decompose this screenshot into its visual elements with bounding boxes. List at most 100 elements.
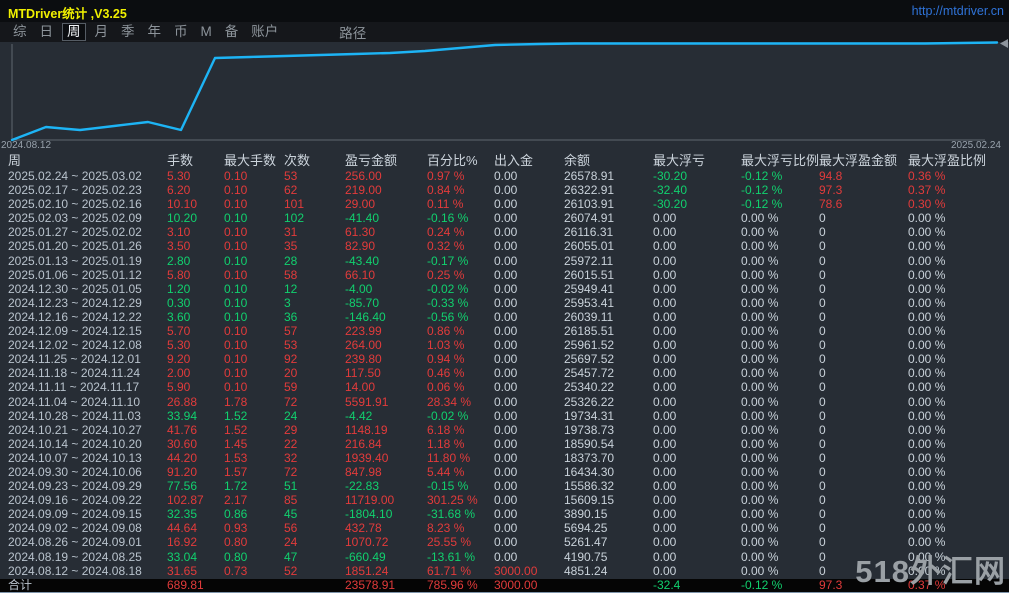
- cell-profit: 847.98: [345, 464, 382, 479]
- cell-deposit: 0.00: [494, 549, 518, 564]
- cell-mfl_pct: 0.00 %: [741, 352, 779, 367]
- table-row[interactable]: 2025.02.10 ~ 2025.02.16 10.10 0.10 101 29.00…: [0, 197, 1009, 211]
- cell-deposit: 0.00: [494, 169, 518, 183]
- menu-item-综[interactable]: 综: [9, 24, 31, 40]
- cell-mfl_pct: 0.00 %: [741, 295, 779, 310]
- menu-item-季[interactable]: 季: [117, 24, 139, 40]
- cell-max_lots: 0.73: [224, 563, 248, 578]
- cell-deposit: 0.00: [494, 324, 518, 339]
- cell-percent: 8.23 %: [427, 521, 465, 536]
- menu-item-M[interactable]: M: [197, 24, 216, 40]
- table-row[interactable]: 2025.01.20 ~ 2025.01.26 3.50 0.10 35 82.90 0.…: [0, 239, 1009, 253]
- cell-balance: 25697.52: [564, 352, 615, 367]
- cell-profit: 264.00: [345, 338, 382, 353]
- cell-deposit: 0.00: [494, 436, 518, 451]
- cell-max_lots: 1.45: [224, 436, 248, 451]
- cell-max_lots: 1.52: [224, 422, 248, 437]
- cell-mfp_pct: 0.00 %: [908, 309, 946, 324]
- table-row[interactable]: 2025.02.24 ~ 2025.03.02 5.30 0.10 53 256.00 0…: [0, 169, 1009, 183]
- menu-item-年[interactable]: 年: [144, 24, 166, 40]
- cell-profit: -660.49: [345, 549, 386, 564]
- cell-mfl: 0.00: [653, 253, 677, 268]
- table-row[interactable]: 2024.09.30 ~ 2024.10.06 91.20 1.57 72 847.98…: [0, 465, 1009, 479]
- cell-deposit: 0.00: [494, 422, 518, 437]
- menu-item-月[interactable]: 月: [91, 24, 113, 40]
- table-row[interactable]: 2024.12.09 ~ 2024.12.15 5.70 0.10 57 223.99 0…: [0, 324, 1009, 338]
- table-row[interactable]: 2024.12.30 ~ 2025.01.05 1.20 0.10 12 -4.00 -0…: [0, 282, 1009, 296]
- table-row[interactable]: 2024.10.14 ~ 2024.10.20 30.60 1.45 22 216.84…: [0, 437, 1009, 451]
- cell-mfp: 0: [819, 253, 826, 268]
- table-row[interactable]: 2025.01.13 ~ 2025.01.19 2.80 0.10 28 -43.40 -…: [0, 254, 1009, 268]
- cell-mfp: 0: [819, 309, 826, 324]
- table-row[interactable]: 2024.12.02 ~ 2024.12.08 5.30 0.10 53 264.00 1…: [0, 338, 1009, 352]
- cell-mfp_pct: 0.00 %: [908, 253, 946, 268]
- cell-mfl_pct: 0.00 %: [741, 479, 779, 494]
- table-row[interactable]: 2025.02.17 ~ 2025.02.23 6.20 0.10 62 219.00 0…: [0, 183, 1009, 197]
- table-row[interactable]: 2024.12.16 ~ 2024.12.22 3.60 0.10 36 -146.40…: [0, 310, 1009, 324]
- cell-trades: 53: [284, 169, 298, 183]
- table-row[interactable]: 2025.02.03 ~ 2025.02.09 10.20 0.10 102 -41.4…: [0, 211, 1009, 225]
- cell-max_lots: 0.80: [224, 535, 248, 550]
- cell-profit: 223.99: [345, 324, 382, 339]
- cell-profit: 256.00: [345, 169, 382, 183]
- cell-deposit: 0.00: [494, 295, 518, 310]
- cell-trades: 92: [284, 352, 298, 367]
- table-row[interactable]: 2024.11.04 ~ 2024.11.10 26.88 1.78 72 5591.9…: [0, 395, 1009, 409]
- cell-lots: 689.81: [167, 578, 204, 592]
- cell-max_lots: 0.10: [224, 239, 248, 254]
- cell-deposit: 0.00: [494, 507, 518, 522]
- cell-mfl: 0.00: [653, 408, 677, 423]
- cell-percent: -0.16 %: [427, 211, 469, 226]
- table-row[interactable]: 2025.01.06 ~ 2025.01.12 5.80 0.10 58 66.10 0.…: [0, 268, 1009, 282]
- cell-profit: -22.83: [345, 479, 380, 494]
- cell-mfp_pct: 0.00 %: [908, 507, 946, 522]
- cell-trades: 3: [284, 295, 291, 310]
- equity-curve: [10, 41, 999, 142]
- cell-percent: 0.25 %: [427, 267, 465, 282]
- menu-item-账户[interactable]: 账户: [247, 24, 282, 40]
- cell-deposit: 3000.00: [494, 563, 538, 578]
- cell-mfp_pct: 0.00 %: [908, 352, 946, 367]
- table-row[interactable]: 2024.09.09 ~ 2024.09.15 32.35 0.86 45 -1804.…: [0, 507, 1009, 521]
- column-header: 出入金: [494, 153, 534, 168]
- cell-balance: 15609.15: [564, 493, 615, 508]
- table-row[interactable]: 2024.12.23 ~ 2024.12.29 0.30 0.10 3 -85.70 -0…: [0, 296, 1009, 310]
- cell-percent: 0.06 %: [427, 380, 465, 395]
- cell-trades: 72: [284, 464, 298, 479]
- cell-max_lots: 1.78: [224, 394, 248, 409]
- table-row[interactable]: 2024.11.18 ~ 2024.11.24 2.00 0.10 20 117.50 0…: [0, 366, 1009, 380]
- table-row[interactable]: 2024.11.11 ~ 2024.11.17 5.90 0.10 59 14.00 0.…: [0, 380, 1009, 394]
- cell-mfl: 0.00: [653, 493, 677, 508]
- x-axis-start-label: 2024.08.12: [1, 140, 52, 151]
- cell-mfl: 0.00: [653, 338, 677, 353]
- table-row[interactable]: 2024.10.07 ~ 2024.10.13 44.20 1.53 32 1939.4…: [0, 451, 1009, 465]
- cell-period: 2025.01.13 ~ 2025.01.19: [8, 253, 142, 268]
- cell-mfl: 0.00: [653, 309, 677, 324]
- menu-item-日[interactable]: 日: [36, 24, 58, 40]
- cell-max_lots: 0.10: [224, 253, 248, 268]
- menu-item-备[interactable]: 备: [221, 24, 243, 40]
- table-row[interactable]: 2024.09.23 ~ 2024.09.29 77.56 1.72 51 -22.83…: [0, 479, 1009, 493]
- cell-balance: 3890.15: [564, 507, 608, 522]
- menu-item-path[interactable]: 路径: [339, 22, 366, 42]
- cell-period: 2025.02.24 ~ 2025.03.02: [8, 169, 142, 183]
- cell-lots: 1.20: [167, 281, 191, 296]
- cell-percent: -0.15 %: [427, 479, 469, 494]
- cell-period: 2024.11.18 ~ 2024.11.24: [8, 366, 141, 381]
- cell-max_lots: 1.57: [224, 464, 248, 479]
- cell-deposit: 0.00: [494, 380, 518, 395]
- menu-item-周[interactable]: 周: [62, 23, 86, 41]
- vendor-url-link[interactable]: http://mtdriver.cn: [912, 4, 1004, 18]
- menu-item-币[interactable]: 币: [170, 24, 192, 40]
- table-row[interactable]: 2024.11.25 ~ 2024.12.01 9.20 0.10 92 239.80 0…: [0, 352, 1009, 366]
- cell-max_lots: 0.10: [224, 169, 248, 183]
- cell-mfp_pct: 0.00 %: [908, 493, 946, 508]
- cell-balance: 25961.52: [564, 338, 615, 353]
- table-row[interactable]: 2024.09.02 ~ 2024.09.08 44.64 0.93 56 432.78…: [0, 521, 1009, 535]
- table-row[interactable]: 2024.10.21 ~ 2024.10.27 41.76 1.52 29 1148.1…: [0, 423, 1009, 437]
- cell-mfl_pct: 0.00 %: [741, 408, 779, 423]
- table-row[interactable]: 2025.01.27 ~ 2025.02.02 3.10 0.10 31 61.30 0.…: [0, 225, 1009, 239]
- title-bar: MTDriver统计 ,V3.25 http://mtdriver.cn: [0, 0, 1009, 22]
- table-row[interactable]: 2024.10.28 ~ 2024.11.03 33.94 1.52 24 -4.42 -…: [0, 409, 1009, 423]
- table-row[interactable]: 2024.09.16 ~ 2024.09.22 102.87 2.17 85 11719…: [0, 493, 1009, 507]
